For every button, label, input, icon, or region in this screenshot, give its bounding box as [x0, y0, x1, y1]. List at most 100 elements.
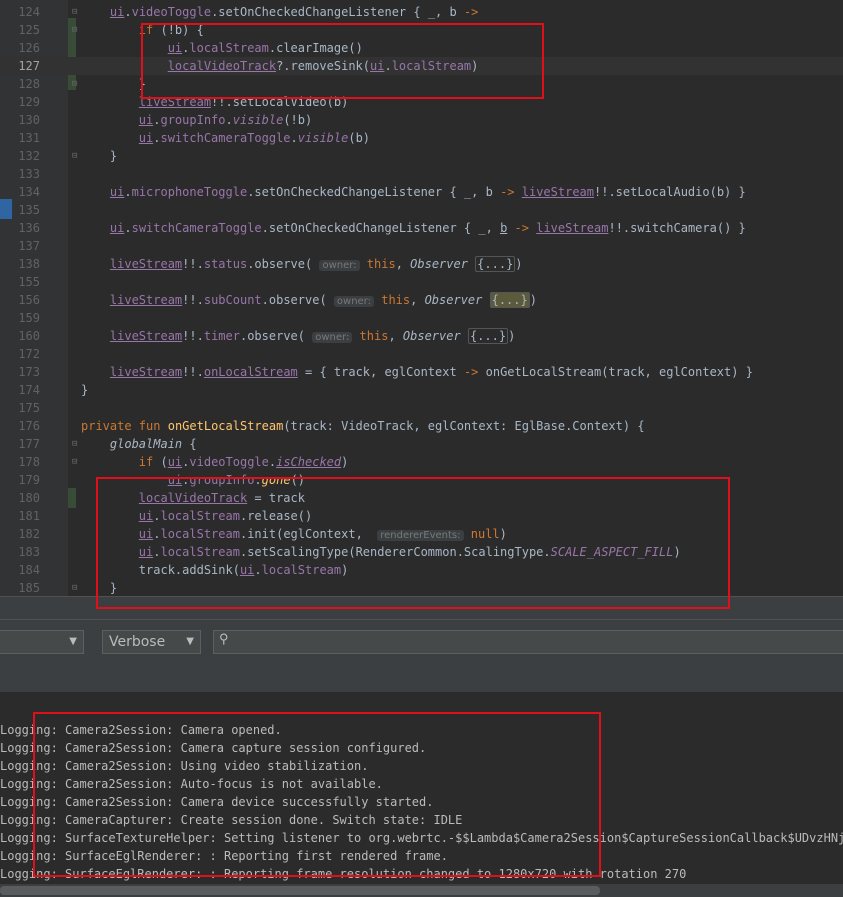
- log-line[interactable]: Logging: CameraCapturer: Create session …: [0, 811, 843, 829]
- code-line[interactable]: 181 ui.localStream.release(): [0, 507, 843, 525]
- line-number[interactable]: 126: [12, 39, 40, 57]
- line-number[interactable]: 184: [12, 561, 40, 579]
- fold-toggle-icon[interactable]: ⊟: [72, 147, 80, 165]
- code-line[interactable]: 133: [0, 165, 843, 183]
- fold-toggle-icon[interactable]: ⊟: [72, 21, 80, 39]
- code-line[interactable]: 126 ui.localStream.clearImage(): [0, 39, 843, 57]
- line-number[interactable]: 173: [12, 363, 40, 381]
- process-dropdown[interactable]: ▼: [0, 630, 84, 654]
- code-line[interactable]: 128 }: [0, 75, 843, 93]
- line-number[interactable]: 179: [12, 471, 40, 489]
- code-text[interactable]: private fun onGetLocalStream(track: Vide…: [81, 417, 645, 435]
- line-number[interactable]: 159: [12, 309, 40, 327]
- code-line[interactable]: 136 ui.switchCameraToggle.setOnCheckedCh…: [0, 219, 843, 237]
- code-text[interactable]: localVideoTrack?.removeSink(ui.localStre…: [81, 57, 479, 75]
- code-line[interactable]: 138 liveStream!!.status.observe( owner: …: [0, 255, 843, 273]
- code-line[interactable]: 173 liveStream!!.onLocalStream = { track…: [0, 363, 843, 381]
- code-text[interactable]: localVideoTrack = track: [81, 489, 305, 507]
- code-line[interactable]: 129 liveStream!!.setLocalVideo(b): [0, 93, 843, 111]
- code-line[interactable]: 177 globalMain {: [0, 435, 843, 453]
- code-line[interactable]: 176 private fun onGetLocalStream(track: V…: [0, 417, 843, 435]
- code-line[interactable]: 155: [0, 273, 843, 291]
- line-number[interactable]: 185: [12, 579, 40, 596]
- code-text[interactable]: }: [81, 381, 88, 399]
- line-number[interactable]: 136: [12, 219, 40, 237]
- logcat-output[interactable]: Logging: Camera2Session: Camera opened. L…: [0, 692, 843, 897]
- line-number[interactable]: 177: [12, 435, 40, 453]
- code-text[interactable]: ui.switchCameraToggle.visible(b): [81, 129, 370, 147]
- line-number[interactable]: 160: [12, 327, 40, 345]
- code-line[interactable]: 182 ui.localStream.init(eglContext, rend…: [0, 525, 843, 543]
- code-text[interactable]: ui.localStream.release(): [81, 507, 312, 525]
- line-number[interactable]: 175: [12, 399, 40, 417]
- line-number[interactable]: 137: [12, 237, 40, 255]
- code-line[interactable]: 159: [0, 309, 843, 327]
- code-line[interactable]: 160 liveStream!!.timer.observe( owner: t…: [0, 327, 843, 345]
- code-text[interactable]: }: [81, 579, 117, 596]
- line-number[interactable]: 174: [12, 381, 40, 399]
- code-line[interactable]: 184 track.addSink(ui.localStream): [0, 561, 843, 579]
- code-text[interactable]: }: [81, 75, 146, 93]
- code-text[interactable]: if (!b) {: [81, 21, 204, 39]
- code-text[interactable]: liveStream!!.subCount.observe( owner: th…: [81, 291, 537, 311]
- code-text[interactable]: ui.switchCameraToggle.setOnCheckedChange…: [81, 219, 746, 237]
- code-text[interactable]: liveStream!!.setLocalVideo(b): [81, 93, 349, 111]
- line-number[interactable]: 182: [12, 525, 40, 543]
- line-number[interactable]: 180: [12, 489, 40, 507]
- fold-toggle-icon[interactable]: ⊟: [72, 453, 80, 471]
- line-number[interactable]: 125: [12, 21, 40, 39]
- log-line[interactable]: Logging: Camera2Session: Auto-focus is n…: [0, 775, 843, 793]
- code-line[interactable]: 175: [0, 399, 843, 417]
- line-number[interactable]: 138: [12, 255, 40, 273]
- fold-toggle-icon[interactable]: ⊟: [72, 75, 80, 93]
- line-number[interactable]: 128: [12, 75, 40, 93]
- code-text[interactable]: if (ui.videoToggle.isChecked): [81, 453, 349, 471]
- code-line[interactable]: 180 localVideoTrack = track: [0, 489, 843, 507]
- line-number[interactable]: 130: [12, 111, 40, 129]
- code-text[interactable]: }: [81, 147, 117, 165]
- code-text[interactable]: ui.groupInfo.visible(!b): [81, 111, 312, 129]
- code-text[interactable]: ui.localStream.clearImage(): [81, 39, 363, 57]
- code-line[interactable]: 125 if (!b) {: [0, 21, 843, 39]
- line-number[interactable]: 133: [12, 165, 40, 183]
- log-line[interactable]: Logging: SurfaceEglRenderer: : Reporting…: [0, 847, 843, 865]
- fold-toggle-icon[interactable]: ⊟: [72, 3, 80, 21]
- fold-toggle-icon[interactable]: ⊟: [72, 579, 80, 596]
- code-line[interactable]: 137: [0, 237, 843, 255]
- code-text[interactable]: liveStream!!.status.observe( owner: this…: [81, 255, 523, 275]
- line-number[interactable]: 135: [12, 201, 40, 219]
- line-number[interactable]: 132: [12, 147, 40, 165]
- code-editor[interactable]: 124 ui.videoToggle.setOnCheckedChangeLis…: [0, 0, 843, 596]
- log-level-dropdown[interactable]: Verbose ▼: [102, 630, 201, 654]
- line-number[interactable]: 131: [12, 129, 40, 147]
- code-text[interactable]: liveStream!!.timer.observe( owner: this,…: [81, 327, 515, 347]
- code-text[interactable]: ui.groupInfo.gone(): [81, 471, 305, 489]
- code-line[interactable]: 185 }: [0, 579, 843, 596]
- code-line[interactable]: 183 ui.localStream.setScalingType(Render…: [0, 543, 843, 561]
- line-number[interactable]: 181: [12, 507, 40, 525]
- line-number[interactable]: 172: [12, 345, 40, 363]
- line-number[interactable]: 127: [12, 57, 40, 75]
- code-line[interactable]: 178 if (ui.videoToggle.isChecked): [0, 453, 843, 471]
- code-text[interactable]: ui.localStream.setScalingType(RendererCo…: [81, 543, 681, 561]
- log-line[interactable]: Logging: Camera2Session: Using video sta…: [0, 757, 843, 775]
- code-text[interactable]: globalMain {: [81, 435, 197, 453]
- code-line[interactable]: 130 ui.groupInfo.visible(!b): [0, 111, 843, 129]
- code-line[interactable]: 124 ui.videoToggle.setOnCheckedChangeLis…: [0, 3, 843, 21]
- log-line[interactable]: Logging: Camera2Session: Camera opened.: [0, 721, 843, 739]
- panel-splitter[interactable]: [0, 596, 843, 620]
- line-number[interactable]: 183: [12, 543, 40, 561]
- code-text[interactable]: ui.videoToggle.setOnCheckedChangeListene…: [81, 3, 479, 21]
- line-number[interactable]: 129: [12, 93, 40, 111]
- code-line[interactable]: 156 liveStream!!.subCount.observe( owner…: [0, 291, 843, 309]
- code-text[interactable]: track.addSink(ui.localStream): [81, 561, 349, 579]
- log-line[interactable]: Logging: SurfaceTextureHelper: Setting l…: [0, 829, 843, 847]
- log-line[interactable]: Logging: Camera2Session: Camera device s…: [0, 793, 843, 811]
- fold-toggle-icon[interactable]: ⊟: [72, 435, 80, 453]
- line-number[interactable]: 124: [12, 3, 40, 21]
- code-text[interactable]: ui.localStream.init(eglContext, renderer…: [81, 525, 507, 545]
- logcat-search-input[interactable]: [236, 633, 840, 653]
- line-number[interactable]: 155: [12, 273, 40, 291]
- scrollbar-thumb[interactable]: [0, 886, 600, 895]
- code-line[interactable]: 127 localVideoTrack?.removeSink(ui.local…: [0, 57, 843, 75]
